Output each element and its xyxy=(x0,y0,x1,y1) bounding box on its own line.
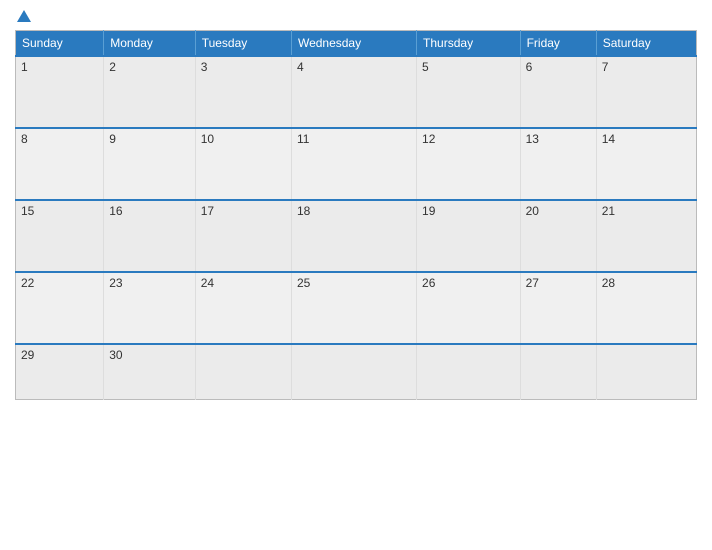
day-number: 30 xyxy=(109,348,122,362)
day-number: 11 xyxy=(297,132,309,146)
calendar-table: SundayMondayTuesdayWednesdayThursdayFrid… xyxy=(15,30,697,400)
calendar-day-cell: 25 xyxy=(291,272,416,344)
calendar-day-cell: 23 xyxy=(104,272,196,344)
calendar-week-row: 8 9 10 11 12 13 14 xyxy=(16,128,697,200)
calendar-day-cell: 29 xyxy=(16,344,104,399)
calendar-day-cell: 27 xyxy=(520,272,596,344)
day-number: 13 xyxy=(526,132,539,146)
day-number: 2 xyxy=(109,60,116,74)
calendar-day-cell: 20 xyxy=(520,200,596,272)
calendar-day-cell: 21 xyxy=(596,200,696,272)
calendar-day-cell: 3 xyxy=(195,56,291,128)
calendar-day-cell: 11 xyxy=(291,128,416,200)
calendar-week-row: 15 16 17 18 19 20 21 xyxy=(16,200,697,272)
calendar-day-cell: 1 xyxy=(16,56,104,128)
day-number: 25 xyxy=(297,276,310,290)
calendar-day-cell: 6 xyxy=(520,56,596,128)
day-number: 21 xyxy=(602,204,615,218)
day-number: 27 xyxy=(526,276,539,290)
calendar-day-cell xyxy=(195,344,291,399)
header xyxy=(15,10,697,22)
day-number: 20 xyxy=(526,204,539,218)
calendar-day-cell: 7 xyxy=(596,56,696,128)
calendar-day-cell: 18 xyxy=(291,200,416,272)
calendar-day-cell xyxy=(417,344,521,399)
day-number: 19 xyxy=(422,204,435,218)
calendar-day-cell: 30 xyxy=(104,344,196,399)
calendar-day-cell: 12 xyxy=(417,128,521,200)
day-number: 29 xyxy=(21,348,34,362)
calendar-day-cell: 17 xyxy=(195,200,291,272)
calendar-day-cell xyxy=(291,344,416,399)
calendar-day-cell: 28 xyxy=(596,272,696,344)
logo xyxy=(15,10,31,22)
weekday-header-friday: Friday xyxy=(520,31,596,57)
day-number: 1 xyxy=(21,60,28,74)
calendar-day-cell: 4 xyxy=(291,56,416,128)
calendar-day-cell xyxy=(596,344,696,399)
calendar-day-cell: 14 xyxy=(596,128,696,200)
calendar-day-cell: 16 xyxy=(104,200,196,272)
day-number: 15 xyxy=(21,204,34,218)
calendar-day-cell: 9 xyxy=(104,128,196,200)
calendar-day-cell: 26 xyxy=(417,272,521,344)
weekday-header-sunday: Sunday xyxy=(16,31,104,57)
weekday-header-tuesday: Tuesday xyxy=(195,31,291,57)
day-number: 8 xyxy=(21,132,28,146)
weekday-header-saturday: Saturday xyxy=(596,31,696,57)
calendar-day-cell xyxy=(520,344,596,399)
calendar-week-row: 29 30 xyxy=(16,344,697,399)
calendar-week-row: 22 23 24 25 26 27 28 xyxy=(16,272,697,344)
calendar-day-cell: 10 xyxy=(195,128,291,200)
day-number: 9 xyxy=(109,132,116,146)
calendar-day-cell: 15 xyxy=(16,200,104,272)
calendar-day-cell: 13 xyxy=(520,128,596,200)
day-number: 16 xyxy=(109,204,122,218)
day-number: 10 xyxy=(201,132,214,146)
calendar-day-cell: 19 xyxy=(417,200,521,272)
day-number: 23 xyxy=(109,276,122,290)
day-number: 18 xyxy=(297,204,310,218)
weekday-header-monday: Monday xyxy=(104,31,196,57)
day-number: 24 xyxy=(201,276,214,290)
weekday-header-row: SundayMondayTuesdayWednesdayThursdayFrid… xyxy=(16,31,697,57)
day-number: 12 xyxy=(422,132,435,146)
day-number: 26 xyxy=(422,276,435,290)
day-number: 17 xyxy=(201,204,214,218)
day-number: 6 xyxy=(526,60,533,74)
calendar-day-cell: 2 xyxy=(104,56,196,128)
logo-triangle-icon xyxy=(17,10,31,22)
calendar-day-cell: 5 xyxy=(417,56,521,128)
day-number: 5 xyxy=(422,60,429,74)
calendar-day-cell: 8 xyxy=(16,128,104,200)
day-number: 22 xyxy=(21,276,34,290)
calendar-page: SundayMondayTuesdayWednesdayThursdayFrid… xyxy=(0,0,712,550)
day-number: 4 xyxy=(297,60,304,74)
calendar-week-row: 1 2 3 4 5 6 7 xyxy=(16,56,697,128)
weekday-header-thursday: Thursday xyxy=(417,31,521,57)
weekday-header-wednesday: Wednesday xyxy=(291,31,416,57)
day-number: 28 xyxy=(602,276,615,290)
calendar-day-cell: 24 xyxy=(195,272,291,344)
day-number: 3 xyxy=(201,60,208,74)
calendar-day-cell: 22 xyxy=(16,272,104,344)
day-number: 7 xyxy=(602,60,609,74)
day-number: 14 xyxy=(602,132,615,146)
